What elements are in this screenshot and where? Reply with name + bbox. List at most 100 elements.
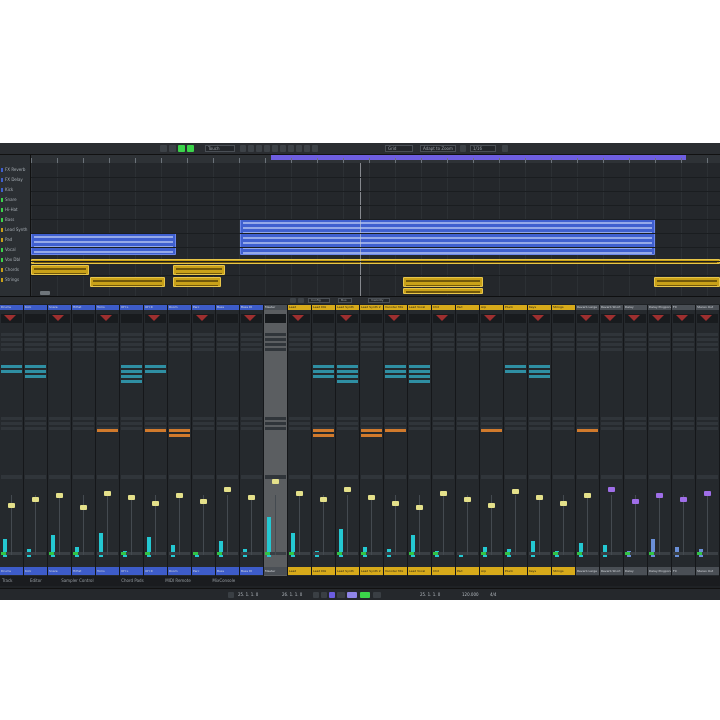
record-enable-button[interactable] (208, 552, 214, 555)
pan-control[interactable] (217, 475, 238, 479)
left-locator-display[interactable]: 25. 1. 1. 0 (238, 592, 258, 598)
insert-slot[interactable] (649, 343, 670, 346)
mute-button[interactable] (625, 552, 630, 555)
send-slot[interactable] (529, 417, 550, 420)
send-slot[interactable] (73, 427, 94, 430)
insert-slot[interactable] (217, 333, 238, 336)
insert-slot[interactable] (1, 333, 22, 336)
channel-name-label[interactable]: Drums (0, 567, 23, 575)
record-enable-button[interactable] (88, 552, 94, 555)
channel-name-label[interactable]: OH L (120, 567, 143, 575)
insert-slot[interactable] (121, 338, 142, 341)
insert-slot[interactable] (169, 348, 190, 351)
insert-slot[interactable] (649, 338, 670, 341)
mute-button[interactable] (49, 552, 54, 555)
monitor-button[interactable] (83, 552, 89, 555)
channel-name-label[interactable]: Bass (216, 567, 239, 575)
record-enable-button[interactable] (184, 552, 190, 555)
channel-name-label[interactable]: Lead Dbl (312, 567, 335, 575)
mute-button[interactable] (241, 552, 246, 555)
fader-track[interactable] (683, 495, 684, 555)
record-enable-button[interactable] (592, 552, 598, 555)
monitor-button[interactable] (587, 552, 593, 555)
solo-button[interactable] (654, 552, 660, 555)
insert-slot[interactable] (313, 338, 334, 341)
record-enable-button[interactable] (160, 552, 166, 555)
insert-slot[interactable] (73, 343, 94, 346)
fader-track[interactable] (347, 495, 348, 555)
active-send[interactable] (481, 429, 502, 432)
fader-handle[interactable] (296, 491, 303, 496)
record-enable-button[interactable] (640, 552, 646, 555)
mute-button[interactable] (529, 552, 534, 555)
fader-track[interactable] (275, 495, 276, 555)
fader-handle[interactable] (176, 493, 183, 498)
pan-control[interactable] (409, 475, 430, 479)
solo-button[interactable] (702, 552, 708, 555)
send-slot[interactable] (169, 422, 190, 425)
channel-name-label[interactable]: Reverb Short (600, 567, 623, 575)
insert-slot[interactable] (193, 333, 214, 336)
monitor-button[interactable] (11, 552, 17, 555)
insert-slot[interactable] (337, 348, 358, 351)
channel-strip[interactable]: Pluck Pluck (504, 305, 528, 577)
channel-strip[interactable]: Pad Pad (456, 305, 480, 577)
mute-button[interactable] (217, 552, 222, 555)
send-slot[interactable] (697, 422, 718, 425)
grid-type-select[interactable]: Adapt to Zoom (420, 145, 456, 152)
insert-slot[interactable] (289, 343, 310, 346)
active-insert-plugin[interactable] (385, 370, 406, 373)
channel-strip[interactable]: Perc Perc (192, 305, 216, 577)
insert-slot[interactable] (601, 343, 622, 346)
channel-name-header[interactable]: FX (672, 305, 695, 310)
solo-button[interactable] (294, 552, 300, 555)
active-insert-plugin[interactable] (145, 365, 166, 368)
track-header[interactable]: Lead Synth (1, 227, 29, 233)
pan-control[interactable] (625, 475, 646, 479)
automation-mode-button[interactable] (178, 145, 185, 152)
mute-button[interactable] (481, 552, 486, 555)
insert-slot[interactable] (313, 333, 334, 336)
record-enable-button[interactable] (544, 552, 550, 555)
send-slot[interactable] (49, 422, 70, 425)
insert-slot[interactable] (553, 333, 574, 336)
pan-control[interactable] (505, 475, 526, 479)
track-header[interactable]: Strings (1, 277, 29, 283)
audio-event[interactable] (240, 219, 655, 255)
fader-handle[interactable] (56, 493, 63, 498)
insert-slot[interactable] (601, 333, 622, 336)
insert-slot[interactable] (121, 333, 142, 336)
fader-handle[interactable] (272, 479, 279, 484)
insert-slot[interactable] (697, 333, 718, 336)
fader-handle[interactable] (656, 493, 663, 498)
channel-strip[interactable]: Lead Dbl Lead Dbl (312, 305, 336, 577)
channel-name-label[interactable]: HiHat (72, 567, 95, 575)
mute-button[interactable] (457, 552, 462, 555)
erase-tool-icon[interactable] (272, 145, 278, 152)
active-send[interactable] (169, 429, 190, 432)
active-send[interactable] (385, 429, 406, 432)
mute-button[interactable] (193, 552, 198, 555)
insert-slot[interactable] (121, 343, 142, 346)
send-slot[interactable] (505, 417, 526, 420)
insert-slot[interactable] (673, 333, 694, 336)
active-send[interactable] (169, 434, 190, 437)
send-slot[interactable] (1, 422, 22, 425)
insert-slot[interactable] (457, 348, 478, 351)
mute-button[interactable] (265, 552, 270, 555)
send-slot[interactable] (265, 417, 286, 420)
channel-strip[interactable]: Master Master (264, 305, 288, 577)
insert-slot[interactable] (505, 348, 526, 351)
send-slot[interactable] (505, 422, 526, 425)
track-header[interactable]: Hi-Hat (1, 207, 29, 213)
monitor-button[interactable] (251, 552, 257, 555)
insert-slot[interactable] (49, 338, 70, 341)
solo-button[interactable] (6, 552, 12, 555)
fader-track[interactable] (635, 495, 636, 555)
send-slot[interactable] (289, 422, 310, 425)
pan-control[interactable] (145, 475, 166, 479)
insert-slot[interactable] (73, 333, 94, 336)
channel-name-label[interactable]: Chd (432, 567, 455, 575)
midi-part[interactable] (403, 288, 483, 294)
active-insert-plugin[interactable] (505, 370, 526, 373)
